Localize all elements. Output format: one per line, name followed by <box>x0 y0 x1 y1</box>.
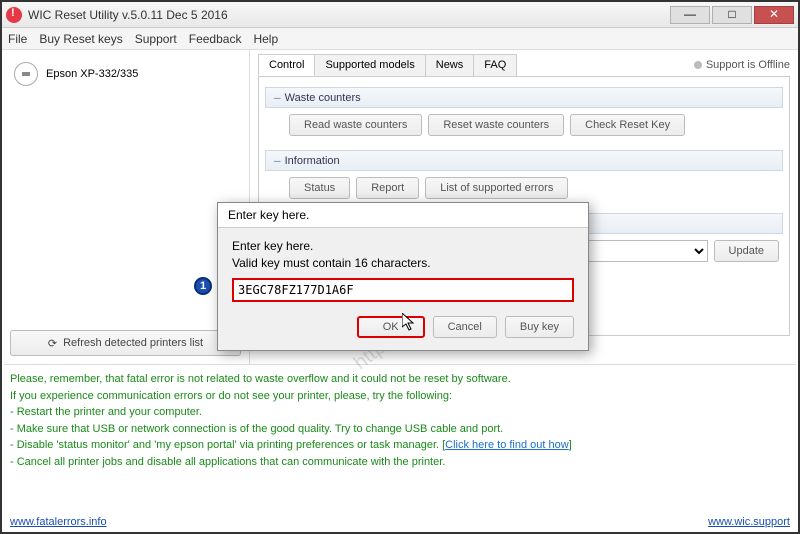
check-reset-key-button[interactable]: Check Reset Key <box>570 114 685 136</box>
refresh-label: Refresh detected printers list <box>63 337 203 349</box>
section-info-title: Information <box>285 155 340 167</box>
dialog-text-line1: Enter key here. <box>232 238 574 255</box>
footer-link-fatalerrors[interactable]: www.fatalerrors.info <box>10 516 107 528</box>
printer-list-panel: Epson XP-332/335 ⟳ Refresh detected prin… <box>2 50 250 364</box>
menu-feedback[interactable]: Feedback <box>189 32 242 46</box>
tip-line: - Disable 'status monitor' and 'my epson… <box>10 437 790 454</box>
tip-line: If you experience communication errors o… <box>10 388 790 405</box>
hints-panel: Please, remember, that fatal error is no… <box>4 364 796 532</box>
dialog-title: Enter key here. <box>218 203 588 228</box>
reset-waste-button[interactable]: Reset waste counters <box>428 114 564 136</box>
tab-control[interactable]: Control <box>258 54 315 76</box>
tab-news[interactable]: News <box>425 54 475 76</box>
ok-button[interactable]: OK <box>357 316 425 338</box>
tip-line: Please, remember, that fatal error is no… <box>10 371 790 388</box>
enter-key-dialog: Enter key here. Enter key here. Valid ke… <box>217 202 589 351</box>
dialog-text-line2: Valid key must contain 16 characters. <box>232 255 574 272</box>
buy-key-button[interactable]: Buy key <box>505 316 574 338</box>
tip-text: ] <box>569 439 572 451</box>
usb-printer-icon <box>14 62 38 86</box>
status-dot-icon <box>694 61 702 69</box>
tip-line: - Make sure that USB or network connecti… <box>10 421 790 438</box>
tab-bar: Control Supported models News FAQ <box>258 54 516 76</box>
collapse-icon: — <box>274 91 281 104</box>
menu-support[interactable]: Support <box>135 32 177 46</box>
read-waste-button[interactable]: Read waste counters <box>289 114 422 136</box>
cancel-button[interactable]: Cancel <box>433 316 497 338</box>
menu-file[interactable]: File <box>8 32 27 46</box>
printer-item[interactable]: Epson XP-332/335 <box>10 58 241 90</box>
tip-line: - Restart the printer and your computer. <box>10 404 790 421</box>
update-button[interactable]: Update <box>714 240 779 262</box>
minimize-button[interactable]: — <box>670 6 710 24</box>
close-button[interactable]: ✕ <box>754 6 794 24</box>
supported-errors-button[interactable]: List of supported errors <box>425 177 568 199</box>
tip-link[interactable]: Click here to find out how <box>445 439 569 451</box>
section-info-header[interactable]: — Information <box>265 150 783 171</box>
report-button[interactable]: Report <box>356 177 419 199</box>
printer-name: Epson XP-332/335 <box>46 68 138 80</box>
status-button[interactable]: Status <box>289 177 350 199</box>
menu-buy-reset-keys[interactable]: Buy Reset keys <box>39 32 122 46</box>
annotation-marker-1: 1 <box>194 277 212 295</box>
tip-text: - Disable 'status monitor' and 'my epson… <box>10 439 445 451</box>
maximize-button[interactable]: □ <box>712 6 752 24</box>
tip-line: - Cancel all printer jobs and disable al… <box>10 454 790 471</box>
menu-help[interactable]: Help <box>253 32 278 46</box>
collapse-icon: — <box>274 154 281 167</box>
tab-faq[interactable]: FAQ <box>473 54 517 76</box>
app-icon <box>6 7 22 23</box>
menubar: File Buy Reset keys Support Feedback Hel… <box>2 28 798 50</box>
reset-key-input[interactable] <box>232 278 574 302</box>
section-waste-header[interactable]: — Waste counters <box>265 87 783 108</box>
refresh-icon: ⟳ <box>48 337 57 350</box>
support-status-text: Support is Offline <box>706 59 790 71</box>
tab-supported-models[interactable]: Supported models <box>314 54 425 76</box>
titlebar: WIC Reset Utility v.5.0.11 Dec 5 2016 — … <box>2 2 798 28</box>
app-title: WIC Reset Utility v.5.0.11 Dec 5 2016 <box>28 8 670 22</box>
footer-link-wic[interactable]: www.wic.support <box>708 516 790 528</box>
support-status: Support is Offline <box>694 59 790 71</box>
refresh-printers-button[interactable]: ⟳ Refresh detected printers list <box>10 330 241 356</box>
section-waste-title: Waste counters <box>285 92 361 104</box>
